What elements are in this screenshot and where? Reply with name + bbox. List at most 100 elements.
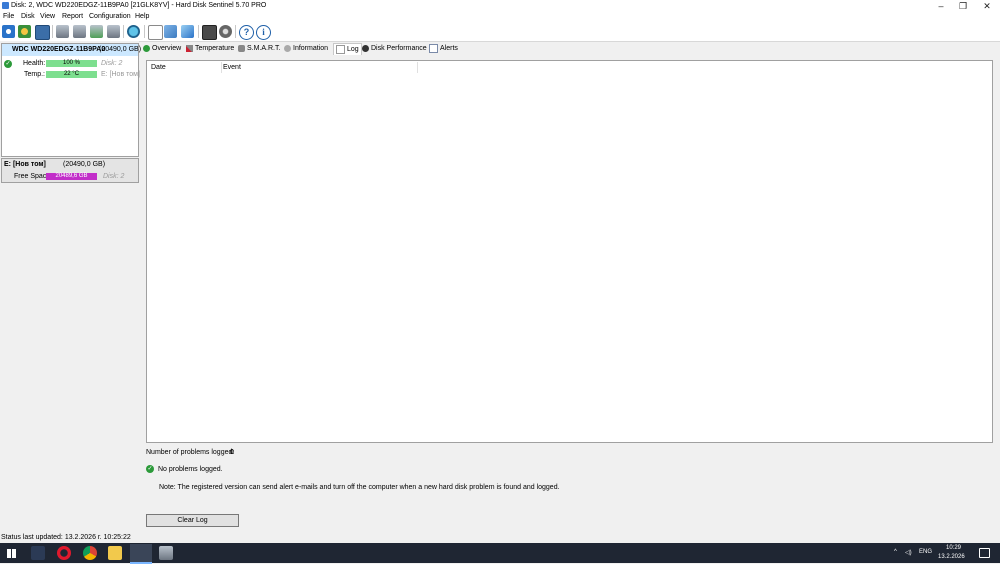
world-icon[interactable] [18, 25, 31, 38]
transfer-icon[interactable] [164, 25, 177, 38]
stats-icon[interactable] [202, 25, 217, 40]
free-space-label: Free Space [14, 173, 51, 180]
health-label: Health: [23, 60, 46, 67]
tab-label: Alerts [440, 45, 458, 52]
column-header-date[interactable]: Date [151, 64, 166, 71]
language-indicator[interactable]: ENG [919, 549, 932, 555]
toolbar: ? i [0, 22, 1000, 42]
disk-tool-3-icon[interactable] [90, 25, 103, 38]
column-divider[interactable] [221, 62, 222, 73]
maximize-button[interactable]: ❐ [951, 0, 975, 12]
disk-list: WDC WD220EDGZ-11B9PA0 (20490,0 GB) ✓ Hea… [1, 43, 142, 157]
tab-temperature[interactable]: Temperature [186, 43, 234, 54]
volume-item[interactable]: E: [Нов том] (20490,0 GB) Free Space 204… [1, 158, 139, 183]
temp-label: Temp.: [24, 71, 46, 78]
tab-information[interactable]: Information [284, 43, 328, 54]
left-panel: WDC WD220EDGZ-11B9PA0 (20490,0 GB) ✓ Hea… [0, 41, 142, 533]
minimize-button[interactable]: – [929, 0, 953, 12]
alerts-icon [429, 44, 438, 53]
check-icon: ✓ [146, 465, 154, 473]
clear-log-button[interactable]: Clear Log [146, 514, 239, 527]
free-space-bar-track: 20489,6 GB [46, 173, 97, 180]
volume-name: E: [Нов том] [4, 161, 46, 168]
health-ok-icon: ✓ [4, 60, 12, 68]
volume-capacity: (20490,0 GB) [63, 161, 106, 168]
tab-label: Log [347, 46, 359, 53]
speaker-icon[interactable]: ◁) [905, 549, 912, 556]
temp-bar: 22 °C [46, 71, 97, 78]
no-problems-text: No problems logged. [158, 466, 223, 473]
opera-icon[interactable] [57, 546, 71, 560]
title-bar: Disk: 2, WDC WD220EDGZ-11B9PA0 [21GLK8YV… [0, 0, 1000, 12]
toolbar-separator [52, 25, 53, 38]
info-icon[interactable]: i [256, 25, 271, 40]
notification-icon[interactable] [979, 548, 990, 558]
disk-icon [238, 45, 245, 52]
problems-label: Number of problems logged: [146, 449, 235, 456]
tab-label: Overview [152, 45, 182, 52]
toolbar-separator [235, 25, 236, 38]
disk-tool-1-icon[interactable] [56, 25, 69, 38]
temp-value: 22 °C [63, 71, 80, 77]
performance-icon [362, 45, 369, 52]
temp-volume-ref: E: [Нов том] [101, 71, 140, 78]
menu-configuration[interactable]: Configuration [89, 13, 131, 20]
refresh-icon[interactable] [2, 25, 15, 38]
menu-disk[interactable]: Disk [21, 13, 35, 20]
log-table[interactable]: Date Event [146, 60, 993, 443]
help-icon[interactable]: ? [239, 25, 254, 40]
clock-date[interactable]: 13.2.2026 [938, 554, 965, 560]
tab-label: Information [293, 45, 329, 52]
tab-smart[interactable]: S.M.A.R.T. [238, 43, 280, 54]
menu-help[interactable]: Help [135, 13, 149, 20]
app-icon [2, 2, 9, 9]
app-taskbar-icon[interactable] [31, 546, 45, 560]
disk-item-selected[interactable]: WDC WD220EDGZ-11B9PA0 (20490,0 GB) [2, 44, 142, 56]
status-bar: Status last updated: 13.2.2026 г. 10:25:… [0, 533, 1000, 543]
menu-file[interactable]: File [3, 13, 14, 20]
health-bar-track: 100 % [46, 60, 97, 67]
globe-icon[interactable] [127, 25, 140, 38]
toolbar-separator [198, 25, 199, 38]
window-icon[interactable] [35, 25, 50, 40]
tab-disk-performance[interactable]: Disk Performance [362, 43, 427, 54]
status-text: Status last updated: 13.2.2026 г. 10:25:… [1, 534, 131, 541]
tab-overview[interactable]: Overview [143, 43, 181, 54]
chrome-icon[interactable] [83, 546, 97, 560]
health-disk-ref: Disk: 2 [101, 60, 123, 67]
tab-label: Temperature [195, 45, 235, 52]
volume-disk-ref: Disk: 2 [103, 173, 125, 180]
column-header-event[interactable]: Event [223, 64, 241, 71]
problems-count: 0 [230, 449, 234, 456]
window-title: Disk: 2, WDC WD220EDGZ-11B9PA0 [21GLK8YV… [11, 2, 267, 9]
disk-name: WDC WD220EDGZ-11B9PA0 [12, 46, 106, 53]
clock-time[interactable]: 10:29 [946, 545, 961, 551]
tab-bar: Overview Temperature S.M.A.R.T. Informat… [140, 41, 1000, 55]
hard-disk-sentinel-taskbar-button[interactable] [130, 544, 152, 564]
free-space-value: 20489,6 GB [55, 173, 88, 179]
taskbar: ^ ◁) ENG 10:29 13.2.2026 [0, 543, 1000, 564]
tab-label: S.M.A.R.T. [247, 45, 281, 52]
tab-alerts[interactable]: Alerts [429, 43, 458, 54]
gear-icon[interactable] [219, 25, 232, 38]
close-button[interactable]: ✕ [975, 0, 999, 12]
windows-start-icon[interactable] [7, 549, 16, 558]
disk-taskbar-icon[interactable] [159, 546, 173, 560]
file-explorer-icon[interactable] [108, 546, 122, 560]
log-icon [336, 45, 345, 54]
document-icon[interactable] [148, 25, 163, 40]
thermometer-icon [186, 45, 193, 52]
toolbar-separator [123, 25, 124, 38]
toolbar-separator [144, 25, 145, 38]
menu-bar: File Disk View Report Configuration Help [0, 12, 1000, 22]
tab-label: Disk Performance [371, 45, 427, 52]
column-divider[interactable] [417, 62, 418, 73]
menu-view[interactable]: View [40, 13, 55, 20]
disk-tool-4-icon[interactable] [107, 25, 120, 38]
disk-capacity: (20490,0 GB) [99, 46, 142, 53]
network-icon[interactable] [181, 25, 194, 38]
tab-log[interactable]: Log [333, 43, 362, 55]
disk-tool-2-icon[interactable] [73, 25, 86, 38]
tray-chevron-icon[interactable]: ^ [894, 549, 897, 555]
menu-report[interactable]: Report [62, 13, 83, 20]
